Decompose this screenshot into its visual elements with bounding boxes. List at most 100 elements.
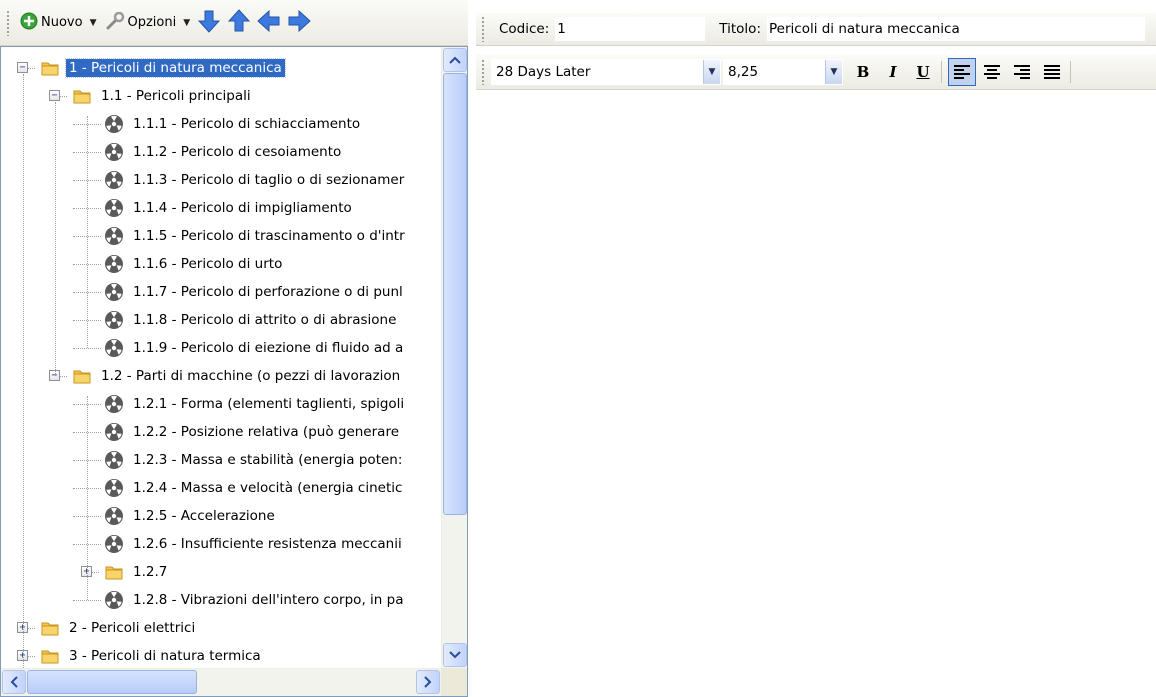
tree-node-content[interactable]: 1.2 - Parti di macchine (o pezzi di lavo… (71, 362, 403, 390)
toolbar-grip[interactable] (6, 9, 10, 36)
move-right-button[interactable] (284, 9, 314, 37)
tree-hazard-node[interactable]: 1.1.4 - Pericolo di impigliamento (1, 194, 441, 222)
tree-node-content[interactable]: 1.2.1 - Forma (elementi taglienti, spigo… (103, 390, 407, 418)
tree-node-content[interactable]: 1.1.4 - Pericolo di impigliamento (103, 194, 355, 222)
tree-folder-node[interactable]: − 1.1 - Pericoli principali (1, 82, 441, 110)
horizontal-scrollbar[interactable] (1, 668, 441, 696)
align-right-button[interactable] (1008, 58, 1036, 86)
underline-button[interactable]: U (909, 58, 937, 86)
move-down-button[interactable] (194, 9, 224, 37)
chevron-down-icon[interactable]: ▼ (703, 59, 720, 84)
tree-node-content[interactable]: 1.1.9 - Pericolo di eiezione di fluido a… (103, 334, 406, 362)
tree-hazard-node[interactable]: 1.2.6 - Insufficiente resistenza meccani… (1, 530, 441, 558)
tree-node-label: 1.2.4 - Massa e velocità (energia cineti… (133, 480, 403, 496)
tree-hazard-node[interactable]: 1.1.2 - Pericolo di cesoiamento (1, 138, 441, 166)
pane-splitter[interactable] (468, 0, 476, 697)
scroll-right-button[interactable] (416, 670, 440, 694)
scroll-down-button[interactable] (443, 643, 467, 667)
arrow-right-icon (287, 9, 311, 36)
codice-input[interactable] (555, 17, 706, 41)
tree-node-content[interactable]: 1.1.6 - Pericolo di urto (103, 250, 285, 278)
options-button[interactable]: Opzioni ▼ (101, 9, 195, 37)
tree-node-label: 1.2 - Parti di macchine (o pezzi di lavo… (101, 368, 401, 384)
collapse-icon[interactable]: − (49, 90, 60, 101)
tree-folder-node[interactable]: −1.2 - Parti di macchine (o pezzi di lav… (1, 362, 441, 390)
tree-node-content[interactable]: 1.1.2 - Pericolo di cesoiamento (103, 138, 344, 166)
tree-node-label: 1.2.2 - Posizione relativa (può generare (133, 424, 399, 440)
font-size-select[interactable]: 8,25 ▼ (723, 58, 843, 85)
align-left-button[interactable] (948, 57, 976, 86)
tree-view[interactable]: − 1 - Pericoli di natura meccanica − 1.1 - … (0, 46, 468, 697)
toolbar-grip[interactable] (481, 58, 485, 85)
bold-button[interactable]: B (849, 58, 877, 86)
toolbar-grip[interactable] (481, 16, 485, 42)
tree-node-content[interactable]: 1.2.8 - Vibrazioni dell'intero corpo, in… (103, 586, 406, 614)
tree-node-content[interactable]: 1.1.1 - Pericolo di schiacciamento (103, 110, 363, 138)
tree-node-label: 3 - Pericoli di natura termica (69, 648, 261, 664)
hazard-icon (103, 337, 125, 359)
chevron-down-icon[interactable]: ▼ (825, 59, 842, 84)
tree-hazard-node[interactable]: 1.1.3 - Pericolo di taglio o di sezionam… (1, 166, 441, 194)
tree-node-content[interactable]: 1.1.5 - Pericolo di trascinamento o d'in… (103, 222, 408, 250)
tree-node-content[interactable]: 1.2.5 - Accelerazione (103, 502, 278, 530)
tree-node-label: 1.2.6 - Insufficiente resistenza meccani… (133, 536, 402, 552)
tree-node-content[interactable]: 1.2.6 - Insufficiente resistenza meccani… (103, 530, 405, 558)
tree-folder-node[interactable]: − 1 - Pericoli di natura meccanica (1, 54, 441, 82)
tree-hazard-node[interactable]: 1.1.5 - Pericolo di trascinamento o d'in… (1, 222, 441, 250)
new-button-label: Nuovo (41, 15, 83, 30)
tree-node-label: 1.1.9 - Pericolo di eiezione di fluido a… (133, 340, 404, 356)
tree-node-content[interactable]: 3 - Pericoli di natura termica (39, 642, 264, 668)
tree-node-label: 1 - Pericoli di natura meccanica (65, 58, 286, 78)
new-button[interactable]: Nuovo ▼ (16, 9, 101, 37)
align-justify-icon (1044, 64, 1060, 79)
vertical-scroll-thumb[interactable] (443, 73, 467, 515)
tree-node-content[interactable]: 1.2.7 (103, 558, 170, 586)
tree-node-label: 1.2.3 - Massa e stabilità (energia poten… (133, 452, 403, 468)
editor-body[interactable] (476, 92, 1156, 697)
tree-node-content[interactable]: 2 - Pericoli elettrici (39, 614, 198, 642)
align-center-button[interactable] (978, 58, 1006, 86)
scroll-up-button[interactable] (443, 48, 467, 72)
tree-hazard-node[interactable]: 1.2.5 - Accelerazione (1, 502, 441, 530)
folder-icon (71, 365, 93, 387)
tree-hazard-node[interactable]: 1.2.4 - Massa e velocità (energia cineti… (1, 474, 441, 502)
tree-folder-node[interactable]: +2 - Pericoli elettrici (1, 614, 441, 642)
tree-node-content[interactable]: 1.1.8 - Pericolo di attrito o di abrasio… (103, 306, 399, 334)
tree-folder-node[interactable]: +1.2.7 (1, 558, 441, 586)
tree-node-content[interactable]: 1.1.3 - Pericolo di taglio o di sezionam… (103, 166, 407, 194)
tree-node-content[interactable]: 1.1.7 - Pericolo di perforazione o di pu… (103, 278, 406, 306)
scrollbar-corner (441, 668, 467, 696)
move-up-button[interactable] (224, 8, 254, 37)
collapse-icon[interactable]: − (17, 62, 28, 73)
tree-hazard-node[interactable]: 1.2.1 - Forma (elementi taglienti, spigo… (1, 390, 441, 418)
align-justify-button[interactable] (1038, 58, 1066, 86)
horizontal-scroll-thumb[interactable] (27, 670, 197, 694)
tree-hazard-node[interactable]: 1.1.6 - Pericolo di urto (1, 250, 441, 278)
scroll-left-button[interactable] (2, 670, 26, 694)
format-toolbar: 28 Days Later ▼ 8,25 ▼ B I U (476, 54, 1156, 90)
folder-icon (71, 85, 93, 107)
titolo-input[interactable] (767, 17, 1145, 41)
tree-node-content[interactable]: 1 - Pericoli di natura meccanica (39, 54, 286, 82)
tree-node-content[interactable]: 1.2.3 - Massa e stabilità (energia poten… (103, 446, 405, 474)
tree-hazard-node[interactable]: 1.1.9 - Pericolo di eiezione di fluido a… (1, 334, 441, 362)
tree-hazard-node[interactable]: 1.1.8 - Pericolo di attrito o di abrasio… (1, 306, 441, 334)
italic-button[interactable]: I (879, 58, 907, 86)
tree-node-content[interactable]: 1.2.4 - Massa e velocità (energia cineti… (103, 474, 405, 502)
tree-hazard-node[interactable]: 1.2.8 - Vibrazioni dell'intero corpo, in… (1, 586, 441, 614)
tree-node-content[interactable]: 1.2.2 - Posizione relativa (può generare (103, 418, 402, 446)
tree-hazard-node[interactable]: 1.1.1 - Pericolo di schiacciamento (1, 110, 441, 138)
arrow-down-icon (198, 9, 221, 37)
move-left-button[interactable] (254, 9, 284, 37)
font-name-select[interactable]: 28 Days Later ▼ (491, 58, 721, 85)
hazard-icon (103, 113, 125, 135)
tree-hazard-node[interactable]: 1.2.3 - Massa e stabilità (energia poten… (1, 446, 441, 474)
tree-folder-node[interactable]: +3 - Pericoli di natura termica (1, 642, 441, 668)
tree-hazard-node[interactable]: 1.2.2 - Posizione relativa (può generare (1, 418, 441, 446)
record-toolbar: Codice: Titolo: (476, 13, 1156, 46)
hazard-icon (103, 393, 125, 415)
tree-guide-line (23, 74, 24, 668)
tree-node-content[interactable]: 1.1 - Pericoli principali (71, 82, 254, 110)
vertical-scrollbar[interactable] (441, 47, 467, 668)
tree-hazard-node[interactable]: 1.1.7 - Pericolo di perforazione o di pu… (1, 278, 441, 306)
